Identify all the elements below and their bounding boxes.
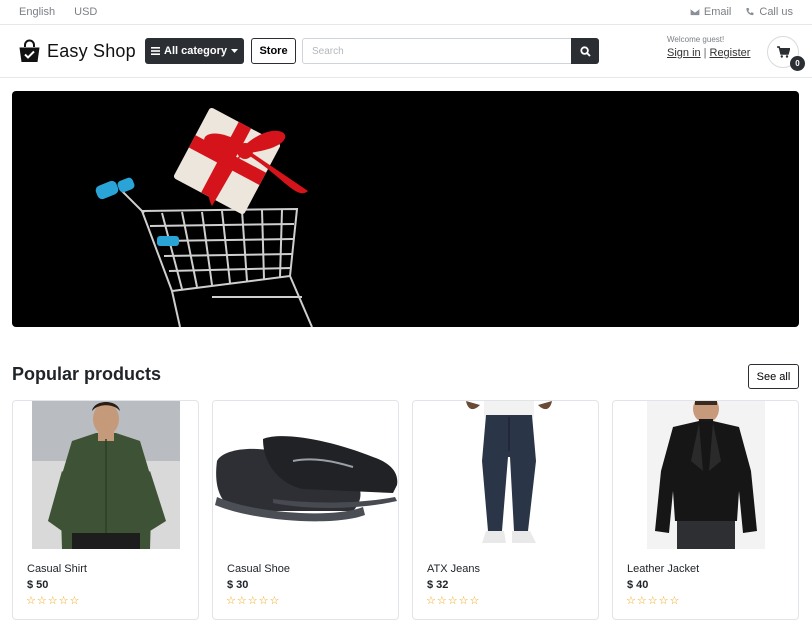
product-rating: ☆☆☆☆☆ bbox=[26, 595, 81, 607]
shirt-image bbox=[31, 401, 180, 549]
cart-count-badge: 0 bbox=[790, 56, 805, 71]
logo-text: Easy Shop bbox=[47, 40, 136, 61]
all-category-label: All category bbox=[164, 45, 227, 57]
product-price: $ 40 bbox=[627, 579, 649, 591]
product-price: $ 50 bbox=[27, 579, 49, 591]
jacket-image bbox=[646, 401, 765, 549]
caret-down-icon bbox=[230, 48, 238, 53]
product-price: $ 30 bbox=[227, 579, 249, 591]
header: Easy Shop All category Store Welcome gue… bbox=[0, 25, 812, 78]
auth-links: Sign in | Register bbox=[667, 47, 750, 59]
product-rating: ☆☆☆☆☆ bbox=[226, 595, 281, 607]
bars-icon bbox=[151, 47, 161, 55]
logo[interactable]: Easy Shop bbox=[18, 39, 136, 63]
welcome-text: Welcome guest! bbox=[667, 35, 725, 44]
product-name[interactable]: Casual Shoe bbox=[227, 563, 290, 575]
see-all-button[interactable]: See all bbox=[748, 364, 799, 389]
product-name[interactable]: ATX Jeans bbox=[427, 563, 480, 575]
product-name[interactable]: Leather Jacket bbox=[627, 563, 699, 575]
jeans-image bbox=[431, 401, 580, 549]
search-button[interactable] bbox=[571, 38, 599, 64]
promo-banner[interactable] bbox=[12, 91, 799, 327]
product-card[interactable]: Casual Shirt $ 50 ☆☆☆☆☆ bbox=[12, 400, 199, 620]
sign-in-link[interactable]: Sign in bbox=[667, 47, 701, 59]
currency-selector[interactable]: USD bbox=[74, 6, 97, 18]
product-card[interactable]: ATX Jeans $ 32 ☆☆☆☆☆ bbox=[412, 400, 599, 620]
all-category-button[interactable]: All category bbox=[145, 38, 244, 64]
call-link[interactable]: Call us bbox=[745, 6, 793, 18]
phone-icon bbox=[746, 7, 754, 16]
product-price: $ 32 bbox=[427, 579, 449, 591]
product-name[interactable]: Casual Shirt bbox=[27, 563, 87, 575]
product-image-casual-shoe[interactable] bbox=[213, 401, 398, 549]
email-label: Email bbox=[703, 6, 732, 18]
register-link[interactable]: Register bbox=[710, 47, 751, 59]
product-image-leather-jacket[interactable] bbox=[613, 401, 798, 549]
call-label: Call us bbox=[759, 6, 793, 18]
product-image-casual-shirt[interactable] bbox=[13, 401, 198, 549]
email-link[interactable]: Email bbox=[690, 6, 732, 18]
store-button[interactable]: Store bbox=[251, 38, 296, 64]
search-input[interactable] bbox=[302, 38, 572, 64]
product-rating: ☆☆☆☆☆ bbox=[426, 595, 481, 607]
auth-separator: | bbox=[703, 47, 707, 59]
product-image-atx-jeans[interactable] bbox=[413, 401, 598, 549]
section-title: Popular products bbox=[12, 364, 162, 384]
product-card[interactable]: Leather Jacket $ 40 ☆☆☆☆☆ bbox=[612, 400, 799, 620]
shopping-cart-gift-image bbox=[95, 107, 313, 327]
cart-icon bbox=[776, 46, 790, 58]
shoe-image bbox=[213, 401, 398, 549]
envelope-icon bbox=[690, 8, 700, 16]
product-card[interactable]: Casual Shoe $ 30 ☆☆☆☆☆ bbox=[212, 400, 399, 620]
language-selector[interactable]: English bbox=[19, 6, 55, 18]
shopping-bag-icon bbox=[19, 39, 40, 62]
top-bar: English USD Email Call us bbox=[0, 0, 812, 25]
search-icon bbox=[579, 45, 591, 57]
product-rating: ☆☆☆☆☆ bbox=[626, 595, 681, 607]
